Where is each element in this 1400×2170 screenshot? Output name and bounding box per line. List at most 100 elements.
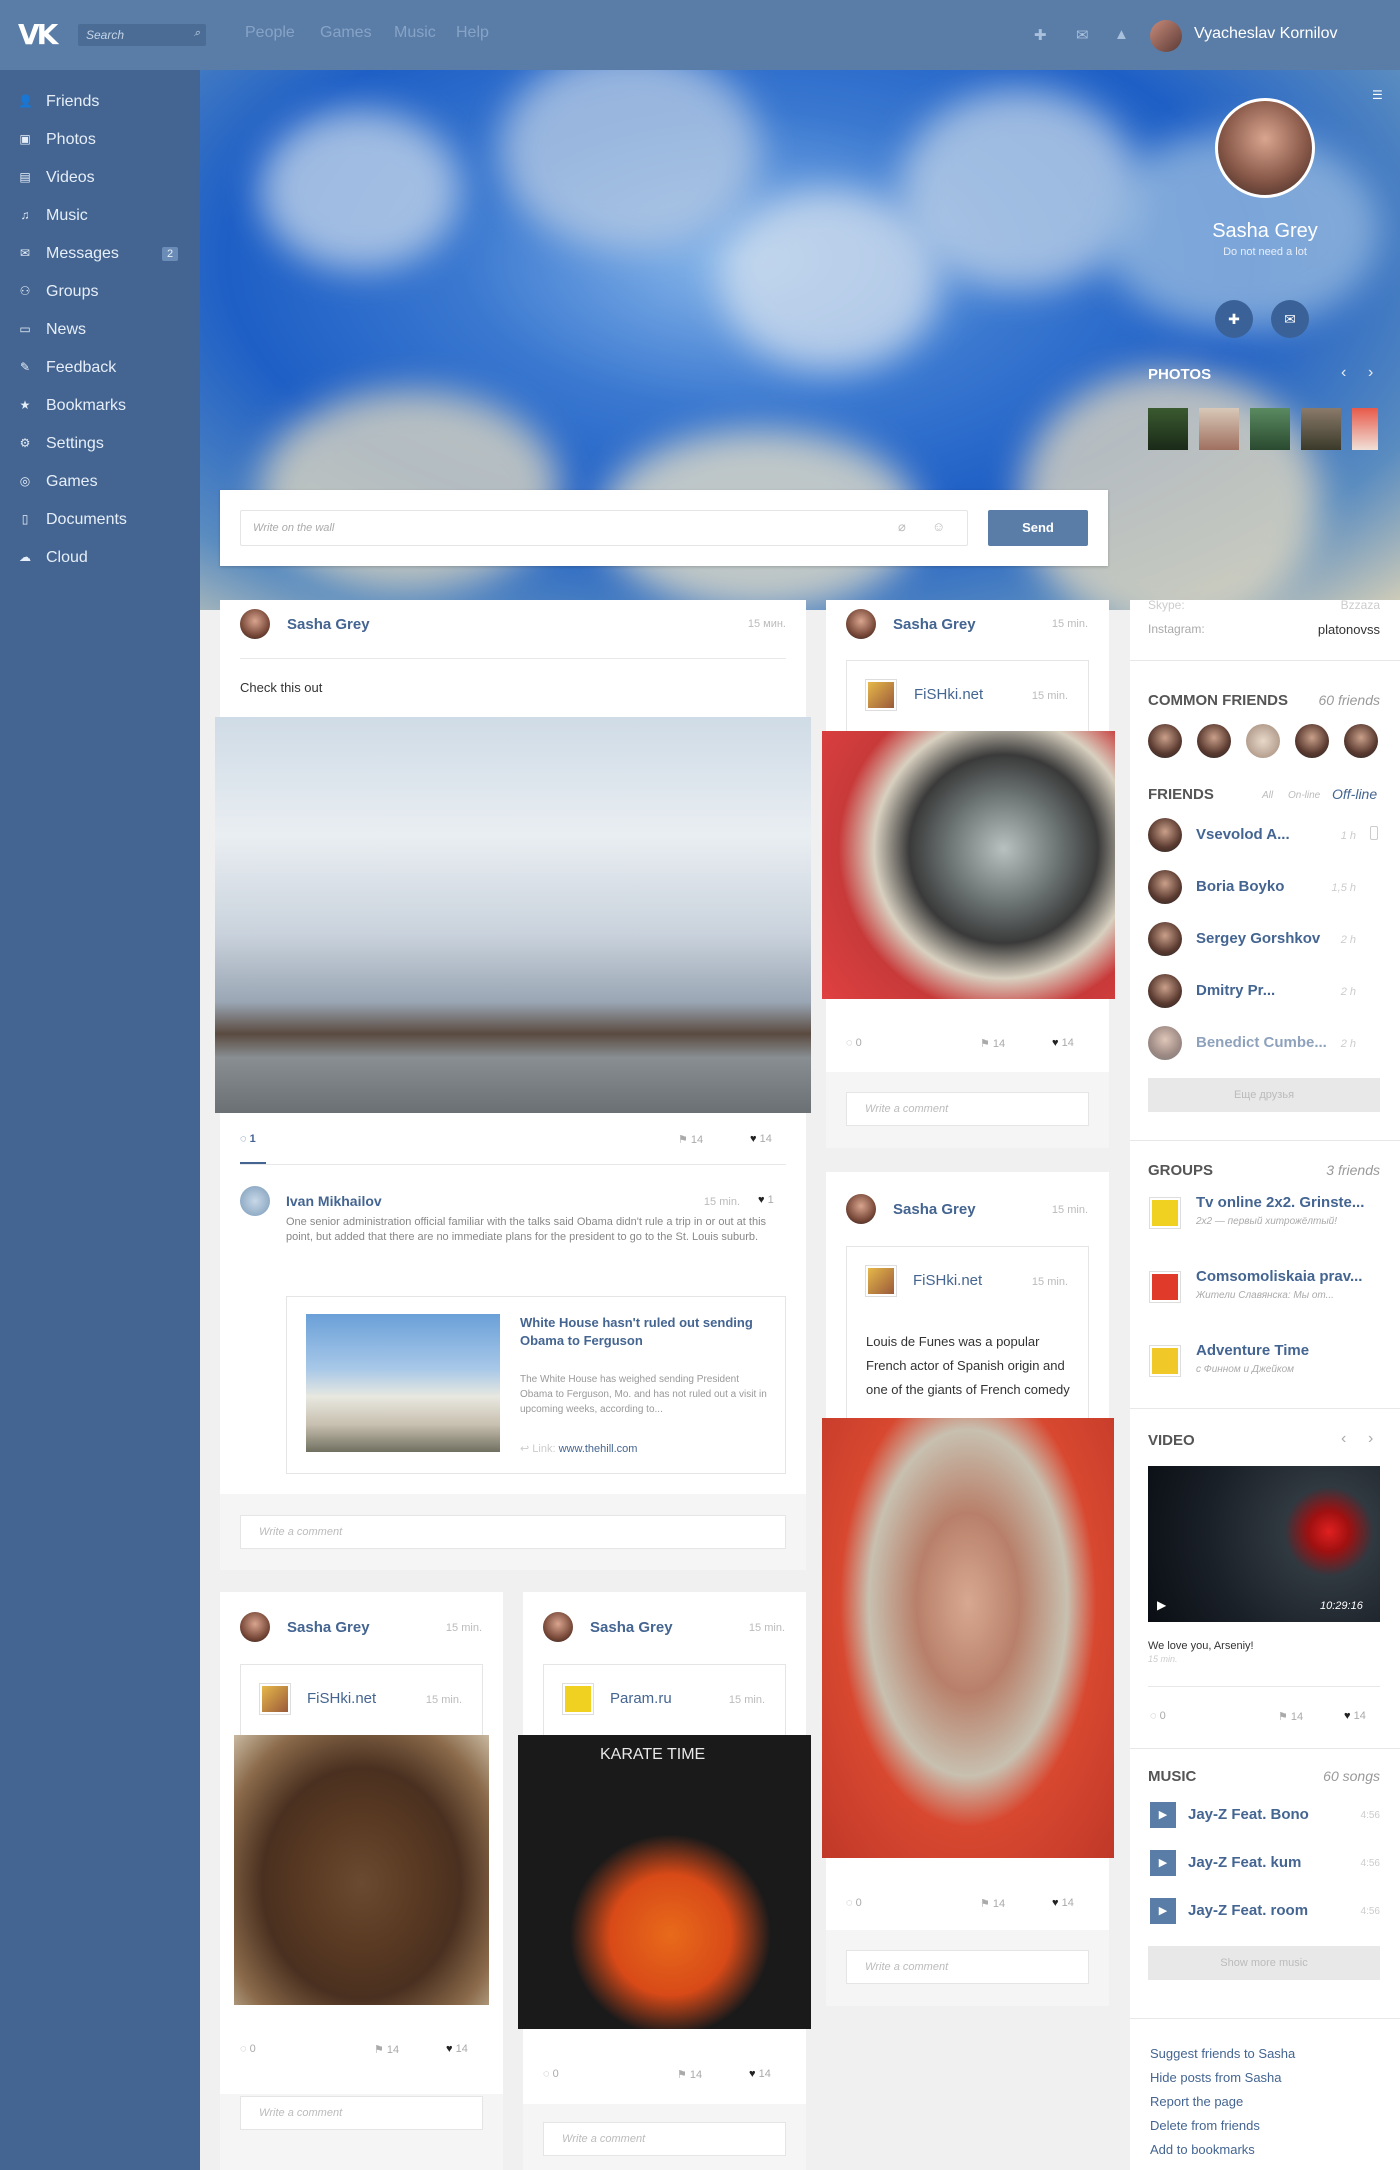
group-name[interactable]: Adventure Time <box>1196 1342 1309 1359</box>
sidebar-item-feedback[interactable]: ✎ Feedback <box>0 349 200 387</box>
play-icon[interactable]: ▶ <box>1150 1898 1176 1924</box>
friend-avatar[interactable] <box>1148 870 1182 904</box>
song-name[interactable]: Jay-Z Feat. room <box>1188 1902 1308 1919</box>
reposts-count[interactable]: ⚑ 14 <box>677 2068 702 2081</box>
sidebar-item-documents[interactable]: ▯ Documents <box>0 501 200 539</box>
post-author[interactable]: Sasha Grey <box>893 616 976 633</box>
nav-people[interactable]: People <box>245 24 295 42</box>
source-logo[interactable] <box>259 1683 291 1715</box>
common-friend-avatar[interactable] <box>1344 724 1378 758</box>
friend-avatar[interactable] <box>1148 818 1182 852</box>
sidebar-item-videos[interactable]: ▤ Videos <box>0 159 200 197</box>
attach-icon[interactable]: ⌀ <box>898 519 906 535</box>
repost-source[interactable]: FiSHki.net <box>307 1690 376 1707</box>
source-logo[interactable] <box>562 1683 594 1715</box>
comment-input[interactable]: Write a comment <box>240 2096 483 2130</box>
post-image-bear[interactable] <box>234 1735 489 2005</box>
sidebar-item-friends[interactable]: 👤 Friends <box>0 83 200 121</box>
post-author[interactable]: Sasha Grey <box>893 1201 976 1218</box>
song-name[interactable]: Jay-Z Feat. Bono <box>1188 1806 1309 1823</box>
wall-input[interactable]: Write on the wall <box>240 510 968 546</box>
add-friend-button[interactable]: ✚ <box>1215 300 1253 338</box>
chevron-left-icon[interactable]: ‹ <box>1341 364 1346 382</box>
user-avatar[interactable] <box>1150 20 1182 52</box>
comments-count[interactable]: ◌ 1 <box>240 1133 256 1145</box>
more-friends-button[interactable]: Еще друзья <box>1148 1078 1380 1112</box>
play-icon[interactable]: ▶ <box>1150 1850 1176 1876</box>
groups-count[interactable]: 3 friends <box>1280 1162 1380 1178</box>
post-author-avatar[interactable] <box>846 1194 876 1224</box>
comment-input[interactable]: Write a comment <box>846 1092 1089 1126</box>
repost-source[interactable]: FiSHki.net <box>913 1272 982 1289</box>
photo-thumb[interactable] <box>1148 408 1188 450</box>
repost-source[interactable]: Param.ru <box>610 1690 672 1707</box>
sidebar-item-games[interactable]: ◎ Games <box>0 463 200 501</box>
profile-action-link[interactable]: Report the page <box>1150 2094 1243 2109</box>
photo-thumb[interactable] <box>1199 408 1239 450</box>
filter-offline[interactable]: Off-line <box>1332 786 1377 802</box>
likes-count[interactable]: ♥ 14 <box>1344 1710 1366 1722</box>
friend-name[interactable]: Sergey Gorshkov <box>1196 930 1320 947</box>
show-more-music-button[interactable]: Show more music <box>1148 1946 1380 1980</box>
comment-input[interactable]: Write a comment <box>240 1515 786 1549</box>
sidebar-item-news[interactable]: ▭ News <box>0 311 200 349</box>
photo-thumb[interactable] <box>1301 408 1341 450</box>
post-author-avatar[interactable] <box>543 1612 573 1642</box>
profile-action-link[interactable]: Hide posts from Sasha <box>1150 2070 1282 2085</box>
post-author[interactable]: Sasha Grey <box>287 616 370 633</box>
play-icon[interactable]: ▶ <box>1150 1802 1176 1828</box>
search-input[interactable]: Search ⌕ <box>78 24 206 46</box>
sidebar-item-settings[interactable]: ⚙ Settings <box>0 425 200 463</box>
common-friend-avatar[interactable] <box>1197 724 1231 758</box>
photo-thumb[interactable] <box>1250 408 1290 450</box>
filter-online[interactable]: On-line <box>1288 790 1320 801</box>
source-logo[interactable] <box>865 679 897 711</box>
profile-action-link[interactable]: Add to bookmarks <box>1150 2142 1255 2157</box>
likes-count[interactable]: ♥ 14 <box>1052 1897 1074 1909</box>
likes-count[interactable]: ♥ 14 <box>750 1133 772 1145</box>
vk-logo[interactable]: VK <box>18 18 60 51</box>
profile-action-link[interactable]: Suggest friends to Sasha <box>1150 2046 1295 2061</box>
post-image-karate-time[interactable] <box>518 1735 811 2029</box>
post-image-skyline[interactable] <box>215 717 811 1113</box>
group-logo[interactable] <box>1149 1271 1181 1303</box>
reposts-count[interactable]: ⚑ 14 <box>980 1037 1005 1050</box>
common-friend-avatar[interactable] <box>1148 724 1182 758</box>
add-friend-icon[interactable]: ✚ <box>1034 26 1047 44</box>
smile-icon[interactable]: ☺ <box>932 519 945 534</box>
likes-count[interactable]: ♥ 14 <box>749 2068 771 2080</box>
group-name[interactable]: Comsomoliskaia prav... <box>1196 1268 1362 1285</box>
filter-all[interactable]: All <box>1262 790 1273 801</box>
photo-thumb[interactable] <box>1352 408 1378 450</box>
post-author-avatar[interactable] <box>240 1612 270 1642</box>
sidebar-item-music[interactable]: ♫ Music <box>0 197 200 235</box>
repost-source[interactable]: FiSHki.net <box>914 686 983 703</box>
likes-count[interactable]: ♥ 14 <box>446 2043 468 2055</box>
nav-help[interactable]: Help <box>456 24 489 42</box>
link-source[interactable]: ↩ Link: www.thehill.com <box>520 1442 637 1455</box>
send-button[interactable]: Send <box>988 510 1088 546</box>
friend-name[interactable]: Vsevolod A... <box>1196 826 1290 843</box>
group-logo[interactable] <box>1149 1345 1181 1377</box>
nav-music[interactable]: Music <box>394 24 436 42</box>
user-name[interactable]: Vyacheslav Kornilov <box>1194 25 1337 43</box>
friend-name[interactable]: Boria Boyko <box>1196 878 1284 895</box>
friend-avatar[interactable] <box>1148 922 1182 956</box>
chevron-right-icon[interactable]: › <box>1368 1430 1373 1448</box>
friend-name[interactable]: Benedict Cumbe... <box>1196 1034 1327 1051</box>
group-logo[interactable] <box>1149 1197 1181 1229</box>
reposts-count[interactable]: ⚑ 14 <box>374 2043 399 2056</box>
post-author-avatar[interactable] <box>846 609 876 639</box>
sidebar-item-messages[interactable]: ✉ Messages 2 <box>0 235 200 273</box>
profile-avatar[interactable] <box>1215 98 1315 198</box>
search-icon[interactable]: ⌕ <box>194 27 200 40</box>
play-icon[interactable]: ▶ <box>1157 1598 1166 1612</box>
comments-count[interactable]: ◌ 0 <box>846 1897 862 1909</box>
profile-action-link[interactable]: Delete from friends <box>1150 2118 1260 2133</box>
common-friends-count[interactable]: 60 friends <box>1280 692 1380 708</box>
comments-count[interactable]: ◌ 0 <box>543 2068 559 2080</box>
video-thumbnail[interactable] <box>1148 1466 1380 1622</box>
chevron-right-icon[interactable]: › <box>1368 364 1373 382</box>
comment-input[interactable]: Write a comment <box>543 2122 786 2156</box>
comments-count[interactable]: ◌ 0 <box>1150 1710 1166 1722</box>
